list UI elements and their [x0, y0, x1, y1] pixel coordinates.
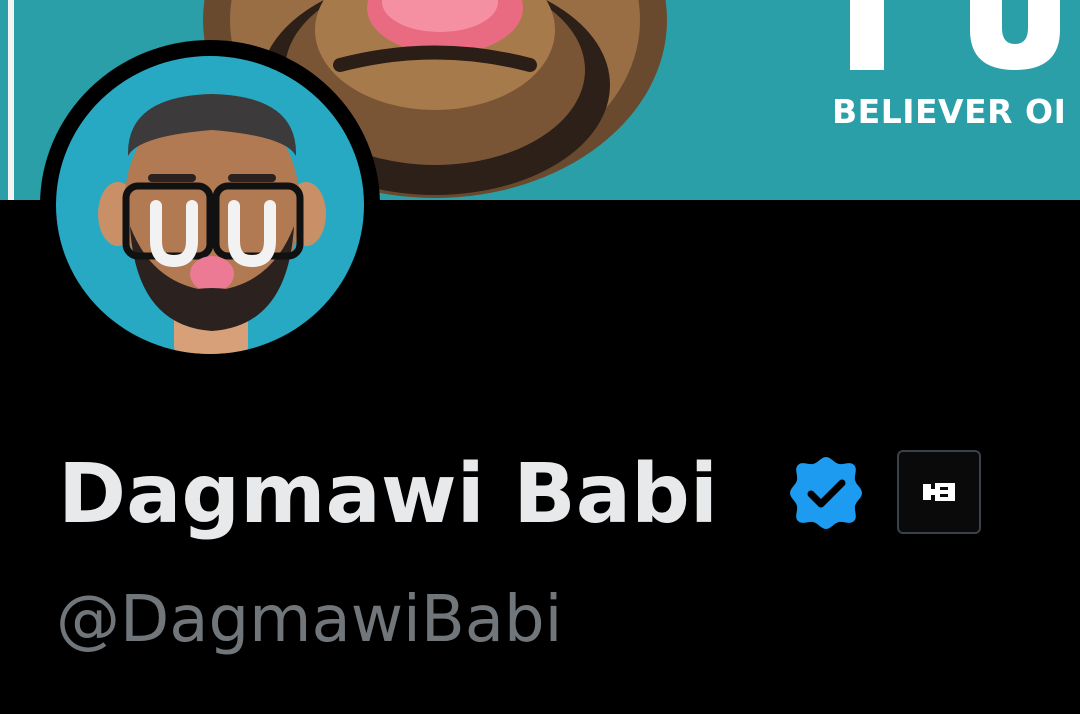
affiliate-logo-icon — [923, 483, 955, 501]
profile-avatar[interactable] — [40, 40, 380, 370]
profile-header: BELIEVER OI Dagmawi Babi @DagmawiBabi — [0, 0, 1080, 714]
banner-tagline: BELIEVER OI — [832, 92, 1067, 131]
avatar-image — [56, 56, 364, 354]
avatar-icon — [98, 94, 326, 354]
banner-graphic-letters — [850, 0, 1060, 70]
affiliate-badge[interactable] — [897, 450, 981, 534]
display-name: Dagmawi Babi — [58, 447, 718, 542]
banner-frame — [8, 0, 14, 200]
user-handle: @DagmawiBabi — [56, 583, 563, 657]
verified-badge-icon[interactable] — [786, 453, 866, 533]
